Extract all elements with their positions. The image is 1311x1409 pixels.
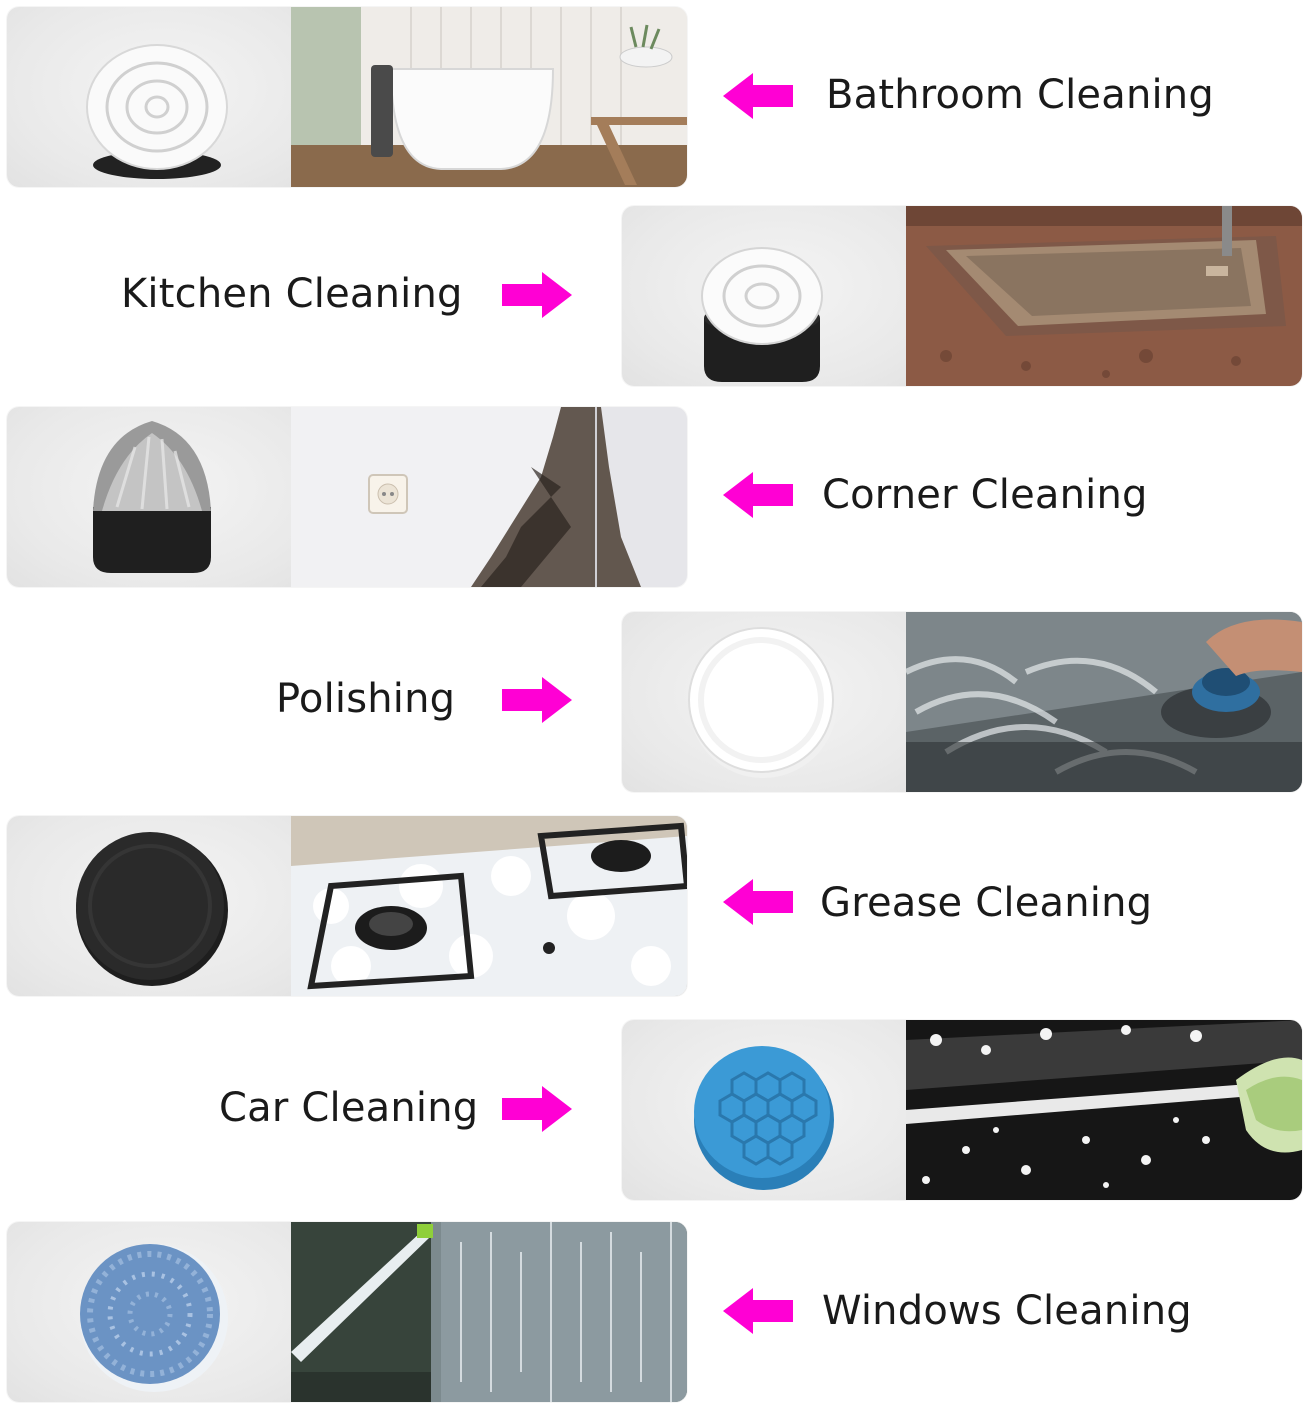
left-arrow-icon <box>723 1288 793 1334</box>
car-card <box>622 1020 1302 1200</box>
car-cleaning-label: Car Cleaning <box>219 1085 479 1131</box>
bathroom-card <box>7 7 687 187</box>
gas-stove-foam-photo <box>291 816 687 996</box>
window-glass-photo <box>291 1222 687 1402</box>
left-arrow-icon <box>723 472 793 518</box>
car-wash-foam-photo <box>906 1020 1302 1200</box>
bathroom-cleaning-label: Bathroom Cleaning <box>826 72 1214 118</box>
microfiber-pad-icon <box>7 1222 291 1402</box>
polishing-machine-photo <box>906 612 1302 792</box>
grease-cleaning-label: Grease Cleaning <box>820 880 1153 926</box>
moldy-wall-corner-photo <box>291 407 687 587</box>
windows-cleaning-label: Windows Cleaning <box>822 1288 1192 1334</box>
kitchen-sink-photo <box>906 206 1302 386</box>
right-arrow-icon <box>502 1086 572 1132</box>
kitchen-cleaning-label: Kitchen Cleaning <box>121 271 463 317</box>
corner-cleaning-label: Corner Cleaning <box>822 472 1148 518</box>
round-bristle-brush-icon <box>7 7 291 187</box>
right-arrow-icon <box>502 272 572 318</box>
cone-brush-icon <box>7 407 291 587</box>
bristle-brush-icon <box>622 206 906 386</box>
white-polishing-pad-icon <box>622 612 906 792</box>
bathroom-bathtub-photo <box>291 7 687 187</box>
polishing-card <box>622 612 1302 792</box>
polishing-label: Polishing <box>276 676 456 722</box>
kitchen-card <box>622 206 1302 386</box>
left-arrow-icon <box>723 879 793 925</box>
windows-card <box>7 1222 687 1402</box>
grease-card <box>7 816 687 996</box>
right-arrow-icon <box>502 677 572 723</box>
blue-hexagon-sponge-icon <box>622 1020 906 1200</box>
left-arrow-icon <box>723 73 793 119</box>
corner-card <box>7 407 687 587</box>
black-scouring-pad-icon <box>7 816 291 996</box>
